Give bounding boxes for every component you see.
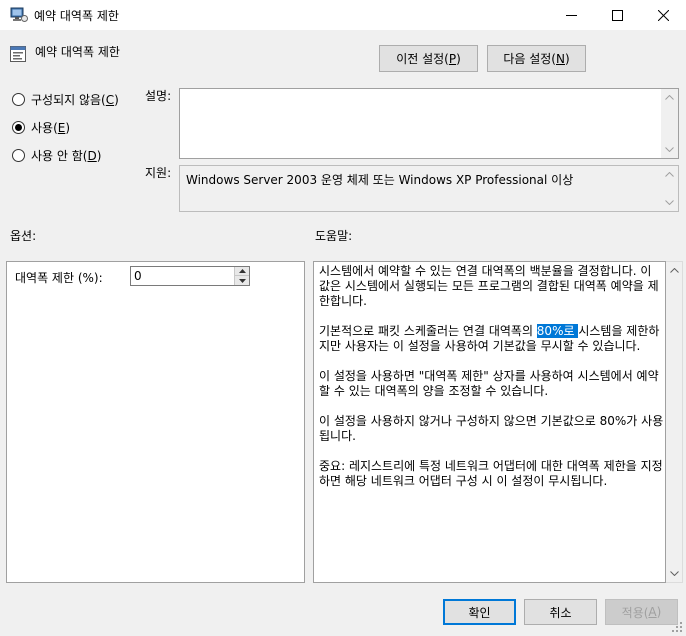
scroll-down-icon[interactable] <box>661 194 678 211</box>
minimize-icon <box>565 14 577 16</box>
spinner-up-icon[interactable] <box>235 267 249 276</box>
bandwidth-limit-spinner[interactable]: 0 <box>130 266 250 286</box>
scroll-up-icon[interactable] <box>666 262 683 279</box>
radio-disabled[interactable]: 사용 안 함(D) <box>12 147 101 164</box>
radio-not-configured-circle[interactable] <box>12 93 25 106</box>
previous-setting-accesskey: P <box>448 51 457 66</box>
radio-enabled-accesskey: E <box>57 120 66 135</box>
scroll-down-icon[interactable] <box>661 141 678 158</box>
help-text-segment: 기본적으로 패킷 스케줄러는 연결 대역폭의 <box>319 324 537 338</box>
next-setting-label: 다음 설정( <box>503 52 556 66</box>
ok-button-label: 확인 <box>468 605 491 620</box>
close-button[interactable] <box>640 0 686 30</box>
apply-button-label: 적용( <box>621 605 649 620</box>
help-paragraph: 시스템에서 예약할 수 있는 연결 대역폭의 백분율을 결정합니다. 이 값은 … <box>319 264 659 308</box>
radio-not-configured[interactable]: 구성되지 않음(C) <box>12 91 119 108</box>
previous-setting-label: 이전 설정( <box>396 52 449 66</box>
supported-on-scrollbar[interactable] <box>661 166 678 211</box>
radio-disabled-circle[interactable] <box>12 149 25 162</box>
options-label: 옵션: <box>10 229 37 243</box>
minimize-button[interactable] <box>548 0 594 30</box>
radio-enabled-label: 사용( <box>31 121 58 135</box>
scroll-down-icon[interactable] <box>666 565 683 582</box>
help-scrollbar[interactable] <box>666 261 683 583</box>
help-paragraph: 이 설정을 사용하면 "대역폭 제한" 상자를 사용하여 시스템에서 예약할 수… <box>319 369 659 398</box>
help-text: 시스템에서 예약할 수 있는 연결 대역폭의 백분율을 결정합니다. 이 값은 … <box>319 264 664 504</box>
policy-editor-app-icon <box>10 7 28 22</box>
ok-button[interactable]: 확인 <box>443 599 516 625</box>
scroll-up-icon[interactable] <box>661 89 678 106</box>
cancel-button[interactable]: 취소 <box>524 599 597 625</box>
next-setting-button[interactable]: 다음 설정(N) <box>487 45 586 72</box>
radio-not-configured-label: 구성되지 않음( <box>31 93 106 107</box>
radio-disabled-accesskey: D <box>87 148 97 163</box>
bandwidth-limit-label: 대역폭 제한 (%): <box>15 271 103 285</box>
resize-grip-icon[interactable] <box>670 620 684 634</box>
help-paragraph: 중요: 레지스트리에 특정 네트워크 어댑터에 대한 대역폭 제한을 지정하면 … <box>319 459 663 488</box>
radio-disabled-label: 사용 안 함( <box>31 149 88 163</box>
close-icon <box>657 9 669 21</box>
help-panel[interactable]: 시스템에서 예약할 수 있는 연결 대역폭의 백분율을 결정합니다. 이 값은 … <box>313 261 666 583</box>
help-paragraph: 기본적으로 패킷 스케줄러는 연결 대역폭의 80%로 시스템을 제한하지만 사… <box>319 324 664 354</box>
policy-title: 예약 대역폭 제한 <box>35 45 120 59</box>
spinner-down-icon[interactable] <box>235 276 249 285</box>
description-textbox[interactable] <box>179 88 679 159</box>
supported-on-label: 지원: <box>145 166 172 180</box>
radio-not-configured-accesskey: C <box>105 92 115 107</box>
window-title: 예약 대역폭 제한 <box>34 9 119 23</box>
cancel-button-label: 취소 <box>549 605 572 620</box>
apply-button-label-end: ) <box>656 605 662 619</box>
previous-setting-label-end: ) <box>456 51 461 66</box>
supported-on-box: Windows Server 2003 운영 체제 또는 Windows XP … <box>179 165 679 212</box>
description-scrollbar[interactable] <box>661 89 678 158</box>
bandwidth-limit-value[interactable]: 0 <box>134 269 142 283</box>
supported-on-text: Windows Server 2003 운영 체제 또는 Windows XP … <box>186 173 574 187</box>
radio-not-configured-label-end: ) <box>114 92 119 107</box>
next-setting-accesskey: N <box>556 51 565 66</box>
radio-disabled-label-end: ) <box>96 148 102 163</box>
maximize-icon <box>611 9 623 21</box>
description-label: 설명: <box>145 89 172 103</box>
apply-button-accesskey: A <box>648 605 657 619</box>
help-selected-text: 80%로 <box>536 324 579 338</box>
radio-enabled-circle[interactable] <box>12 121 25 134</box>
spinner-buttons <box>234 267 249 285</box>
policy-setting-icon <box>10 46 26 62</box>
maximize-button[interactable] <box>594 0 640 30</box>
scroll-up-icon[interactable] <box>661 166 678 183</box>
previous-setting-button[interactable]: 이전 설정(P) <box>379 45 478 72</box>
options-panel: 대역폭 제한 (%): 0 <box>6 261 305 583</box>
apply-button[interactable]: 적용(A) <box>605 599 678 625</box>
radio-enabled-label-end: ) <box>65 120 71 135</box>
help-paragraph: 이 설정을 사용하지 않거나 구성하지 않으면 기본값으로 80%가 사용됩니다… <box>319 414 664 443</box>
help-label: 도움말: <box>315 229 353 243</box>
radio-enabled[interactable]: 사용(E) <box>12 119 70 136</box>
next-setting-label-end: ) <box>564 51 570 66</box>
